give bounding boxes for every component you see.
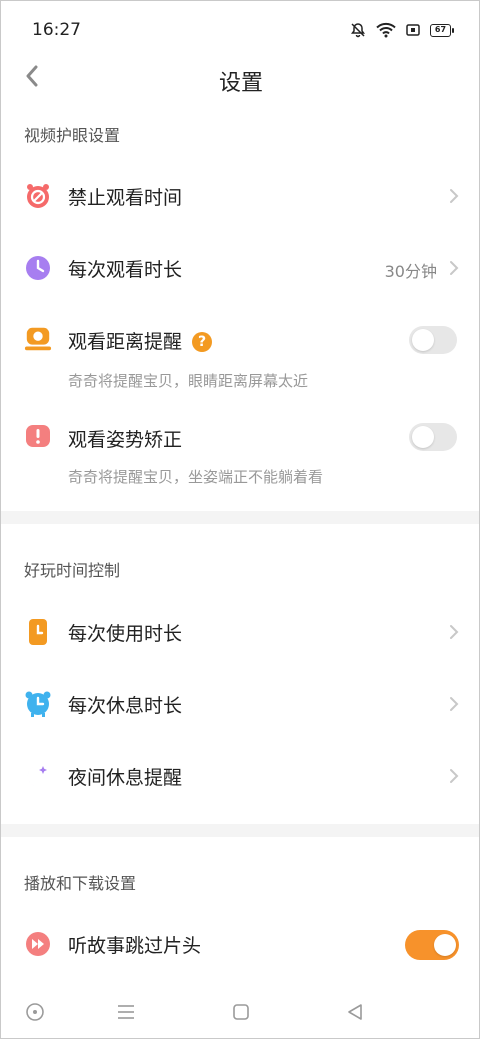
screen-distance-icon	[24, 325, 52, 353]
section-divider	[1, 824, 479, 837]
fast-forward-icon	[24, 930, 52, 958]
posture-alert-icon	[24, 423, 52, 451]
status-icons: 67	[350, 20, 454, 40]
page-title: 设置	[218, 71, 263, 96]
row-night-rest-reminder[interactable]: 夜间休息提醒	[1, 746, 479, 806]
row-label: 听故事跳过片头	[68, 935, 202, 957]
app-screen: 16:27 67 设置 视频护眼设置 禁止观看时间 每次观看时长 30分钟 观看…	[0, 0, 480, 1039]
section-title-eye-care: 视频护眼设置	[24, 126, 121, 145]
status-time: 16:27	[32, 20, 81, 40]
sim-icon	[406, 23, 420, 37]
battery-icon: 67	[430, 23, 454, 37]
chevron-right-icon	[450, 189, 459, 203]
help-icon[interactable]: ?	[192, 332, 213, 352]
chevron-right-icon	[450, 769, 459, 783]
clock-icon	[24, 254, 52, 282]
rest-clock-icon	[24, 690, 52, 718]
alarm-forbidden-icon	[24, 182, 52, 210]
circle-dot-icon[interactable]	[23, 1000, 47, 1024]
row-label: 夜间休息提醒	[68, 767, 183, 789]
toggle-knob	[434, 934, 456, 956]
row-value: 30分钟	[384, 262, 437, 281]
section-divider	[1, 511, 479, 524]
chevron-right-icon	[450, 697, 459, 711]
header: 设置	[1, 57, 479, 101]
moon-star-icon	[24, 762, 52, 790]
row-usage-duration[interactable]: 每次使用时长	[1, 602, 479, 662]
row-label: 禁止观看时间	[68, 187, 183, 209]
row-subtitle: 奇奇将提醒宝贝，眼睛距离屏幕太近	[68, 372, 309, 390]
row-rest-duration[interactable]: 每次休息时长	[1, 674, 479, 734]
posture-correction-toggle[interactable]	[409, 423, 457, 451]
row-forbidden-time[interactable]: 禁止观看时间	[1, 166, 479, 226]
row-label: 每次观看时长	[68, 259, 183, 281]
mute-bell-icon	[350, 22, 366, 38]
toggle-knob	[412, 329, 434, 351]
chevron-right-icon	[450, 625, 459, 639]
system-nav-bar	[1, 984, 479, 1038]
toggle-knob	[412, 426, 434, 448]
row-label: 观看姿势矫正	[68, 429, 183, 451]
row-label: 每次使用时长	[68, 623, 183, 645]
row-distance-reminder: 观看距离提醒? 奇奇将提醒宝贝，眼睛距离屏幕太近	[1, 311, 479, 391]
menu-lines-icon[interactable]	[114, 1000, 138, 1024]
row-label: 观看距离提醒	[68, 331, 183, 353]
chevron-right-icon	[450, 261, 459, 275]
row-skip-intro: 听故事跳过片头	[1, 914, 479, 974]
section-title-play-time: 好玩时间控制	[24, 561, 121, 580]
square-home-icon[interactable]	[229, 1000, 253, 1024]
section-title-playback: 播放和下载设置	[24, 874, 137, 893]
row-watch-duration[interactable]: 每次观看时长 30分钟	[1, 238, 479, 298]
distance-reminder-toggle[interactable]	[409, 326, 457, 354]
row-posture-correction: 观看姿势矫正 奇奇将提醒宝贝，坐姿端正不能躺着看	[1, 409, 479, 489]
row-label: 每次休息时长	[68, 695, 183, 717]
row-label-wrap: 观看距离提醒?	[68, 327, 213, 354]
row-subtitle: 奇奇将提醒宝贝，坐姿端正不能躺着看	[68, 468, 324, 486]
phone-timer-icon	[24, 618, 52, 646]
triangle-back-icon[interactable]	[343, 1000, 367, 1024]
skip-intro-toggle[interactable]	[405, 930, 459, 960]
wifi-icon	[376, 22, 396, 38]
status-bar: 16:27 67	[1, 1, 479, 57]
